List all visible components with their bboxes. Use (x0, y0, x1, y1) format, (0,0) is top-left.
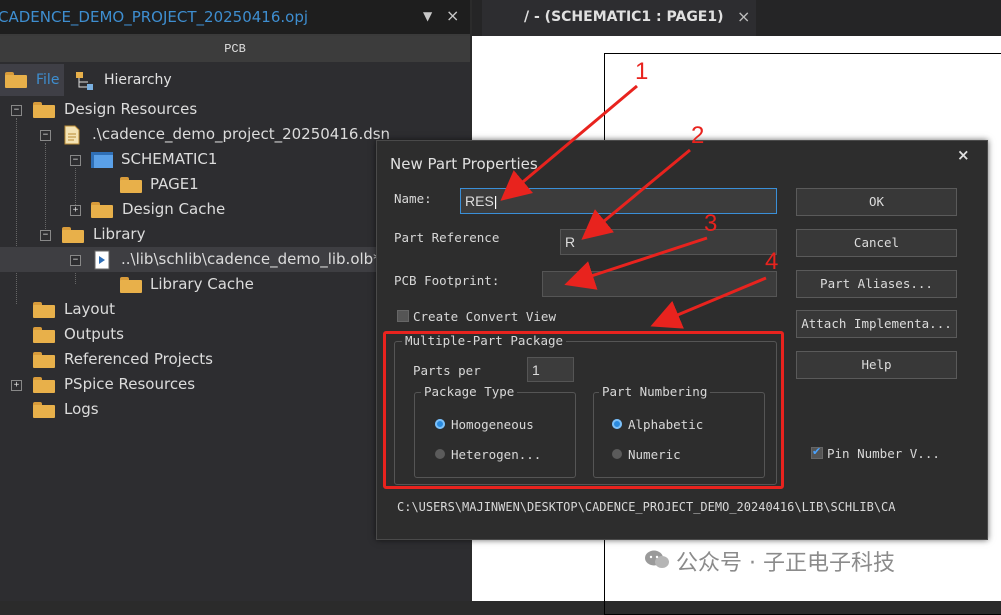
annotation-number-4: 4 (765, 248, 779, 275)
wechat-icon (645, 550, 669, 568)
annotation-arrow-3 (564, 236, 708, 290)
annotation-number-3: 3 (704, 210, 718, 237)
annotation-arrow-2 (581, 148, 691, 240)
annotation-arrow-1 (500, 84, 638, 201)
watermark-text: 公众号 · 子正电子科技 (676, 551, 895, 576)
annotation-arrows (500, 84, 767, 329)
annotation-arrow-4 (650, 276, 767, 329)
annotation-number-2: 2 (691, 122, 705, 149)
annotation-number-1: 1 (635, 58, 649, 85)
